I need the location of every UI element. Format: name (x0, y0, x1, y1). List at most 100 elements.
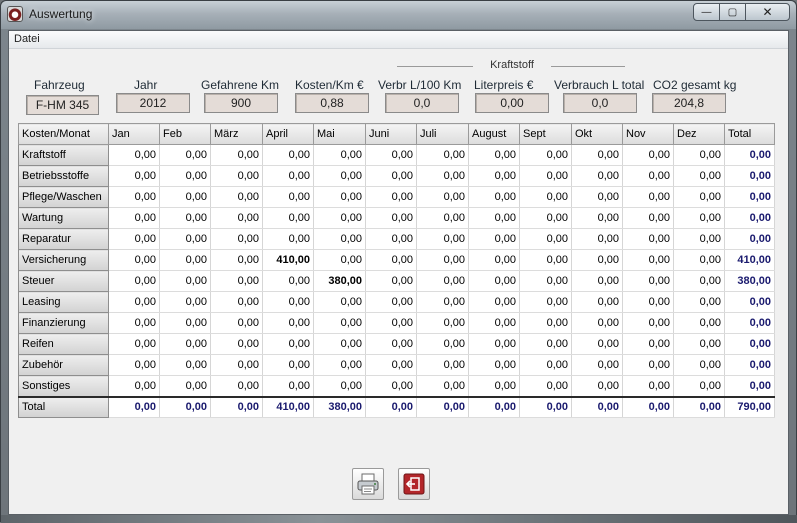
co2-field[interactable]: 204,8 (652, 93, 726, 113)
jahr-field[interactable]: 2012 (116, 93, 190, 113)
month-cell[interactable]: 0,00 (416, 144, 469, 166)
month-cell[interactable]: 0,00 (571, 207, 623, 229)
month-cell[interactable]: 410,00 (262, 249, 314, 271)
month-cell[interactable]: 0,00 (210, 228, 263, 250)
month-cell[interactable]: 0,00 (519, 312, 572, 334)
column-header[interactable]: Jan (108, 123, 160, 145)
month-cell[interactable]: 0,00 (313, 144, 366, 166)
month-cell[interactable]: 0,00 (262, 270, 314, 292)
month-cell[interactable]: 0,00 (622, 165, 674, 187)
column-header[interactable]: Mai (313, 123, 366, 145)
month-cell[interactable]: 0,00 (673, 312, 725, 334)
month-cell[interactable]: 0,00 (365, 270, 417, 292)
month-cell[interactable]: 0,00 (468, 165, 520, 187)
month-cell[interactable]: 0,00 (159, 312, 211, 334)
month-cell[interactable]: 0,00 (108, 228, 160, 250)
verbrauch-100km-field[interactable]: 0,0 (385, 93, 459, 113)
month-cell[interactable]: 0,00 (468, 312, 520, 334)
month-cell[interactable]: 0,00 (159, 333, 211, 355)
month-cell[interactable]: 0,00 (468, 291, 520, 313)
month-cell[interactable]: 0,00 (108, 312, 160, 334)
month-cell[interactable]: 0,00 (673, 207, 725, 229)
month-cell[interactable]: 0,00 (159, 270, 211, 292)
month-cell[interactable]: 0,00 (519, 333, 572, 355)
verbrauch-total-field[interactable]: 0,0 (563, 93, 637, 113)
month-cell[interactable]: 0,00 (622, 354, 674, 376)
month-cell[interactable]: 0,00 (519, 375, 572, 397)
month-cell[interactable]: 0,00 (571, 395, 623, 418)
month-cell[interactable]: 0,00 (571, 144, 623, 166)
month-cell[interactable]: 0,00 (468, 395, 520, 418)
month-cell[interactable]: 0,00 (622, 228, 674, 250)
month-cell[interactable]: 0,00 (210, 333, 263, 355)
month-cell[interactable]: 0,00 (313, 186, 366, 208)
month-cell[interactable]: 0,00 (210, 395, 263, 418)
title-bar[interactable]: Auswertung — ▢ ✕ (1, 1, 796, 29)
menu-datei[interactable]: Datei (14, 33, 40, 45)
column-header[interactable]: Juni (365, 123, 417, 145)
month-cell[interactable]: 0,00 (468, 207, 520, 229)
month-cell[interactable]: 0,00 (468, 249, 520, 271)
month-cell[interactable]: 0,00 (262, 165, 314, 187)
month-cell[interactable]: 0,00 (108, 395, 160, 418)
month-cell[interactable]: 0,00 (210, 144, 263, 166)
month-cell[interactable]: 0,00 (673, 291, 725, 313)
month-cell[interactable]: 0,00 (262, 354, 314, 376)
month-cell[interactable]: 0,00 (365, 165, 417, 187)
month-cell[interactable]: 0,00 (210, 270, 263, 292)
month-cell[interactable]: 0,00 (571, 312, 623, 334)
month-cell[interactable]: 0,00 (210, 291, 263, 313)
month-cell[interactable]: 0,00 (571, 354, 623, 376)
month-cell[interactable]: 0,00 (416, 333, 469, 355)
month-cell[interactable]: 0,00 (365, 144, 417, 166)
month-cell[interactable]: 0,00 (210, 186, 263, 208)
month-cell[interactable]: 0,00 (673, 249, 725, 271)
month-cell[interactable]: 0,00 (468, 186, 520, 208)
month-cell[interactable]: 0,00 (262, 144, 314, 166)
month-cell[interactable]: 0,00 (468, 375, 520, 397)
month-cell[interactable]: 0,00 (519, 228, 572, 250)
month-cell[interactable]: 0,00 (262, 375, 314, 397)
month-cell[interactable]: 0,00 (313, 312, 366, 334)
month-cell[interactable]: 0,00 (673, 186, 725, 208)
month-cell[interactable]: 0,00 (262, 333, 314, 355)
month-cell[interactable]: 0,00 (519, 354, 572, 376)
column-header[interactable]: Juli (416, 123, 469, 145)
month-cell[interactable]: 0,00 (108, 375, 160, 397)
month-cell[interactable]: 0,00 (571, 165, 623, 187)
month-cell[interactable]: 0,00 (159, 165, 211, 187)
month-cell[interactable]: 0,00 (210, 375, 263, 397)
month-cell[interactable]: 0,00 (365, 186, 417, 208)
month-cell[interactable]: 0,00 (622, 249, 674, 271)
month-cell[interactable]: 0,00 (262, 186, 314, 208)
month-cell[interactable]: 0,00 (210, 249, 263, 271)
month-cell[interactable]: 0,00 (416, 312, 469, 334)
month-cell[interactable]: 0,00 (313, 165, 366, 187)
month-cell[interactable]: 0,00 (468, 270, 520, 292)
maximize-button[interactable]: ▢ (719, 3, 746, 21)
month-cell[interactable]: 0,00 (519, 395, 572, 418)
month-cell[interactable]: 0,00 (673, 144, 725, 166)
month-cell[interactable]: 0,00 (571, 249, 623, 271)
month-cell[interactable]: 0,00 (622, 144, 674, 166)
month-cell[interactable]: 0,00 (262, 291, 314, 313)
month-cell[interactable]: 0,00 (519, 249, 572, 271)
month-cell[interactable]: 0,00 (365, 228, 417, 250)
month-cell[interactable]: 0,00 (622, 186, 674, 208)
month-cell[interactable]: 410,00 (262, 395, 314, 418)
month-cell[interactable]: 0,00 (622, 312, 674, 334)
month-cell[interactable]: 0,00 (571, 333, 623, 355)
month-cell[interactable]: 0,00 (365, 207, 417, 229)
month-cell[interactable]: 0,00 (313, 333, 366, 355)
month-cell[interactable]: 0,00 (159, 207, 211, 229)
month-cell[interactable]: 0,00 (210, 207, 263, 229)
month-cell[interactable]: 0,00 (622, 333, 674, 355)
literpreis-field[interactable]: 0,00 (475, 93, 549, 113)
month-cell[interactable]: 0,00 (108, 186, 160, 208)
month-cell[interactable]: 0,00 (468, 228, 520, 250)
month-cell[interactable]: 0,00 (210, 165, 263, 187)
month-cell[interactable]: 0,00 (159, 375, 211, 397)
month-cell[interactable]: 0,00 (365, 375, 417, 397)
month-cell[interactable]: 0,00 (622, 207, 674, 229)
month-cell[interactable]: 0,00 (519, 291, 572, 313)
